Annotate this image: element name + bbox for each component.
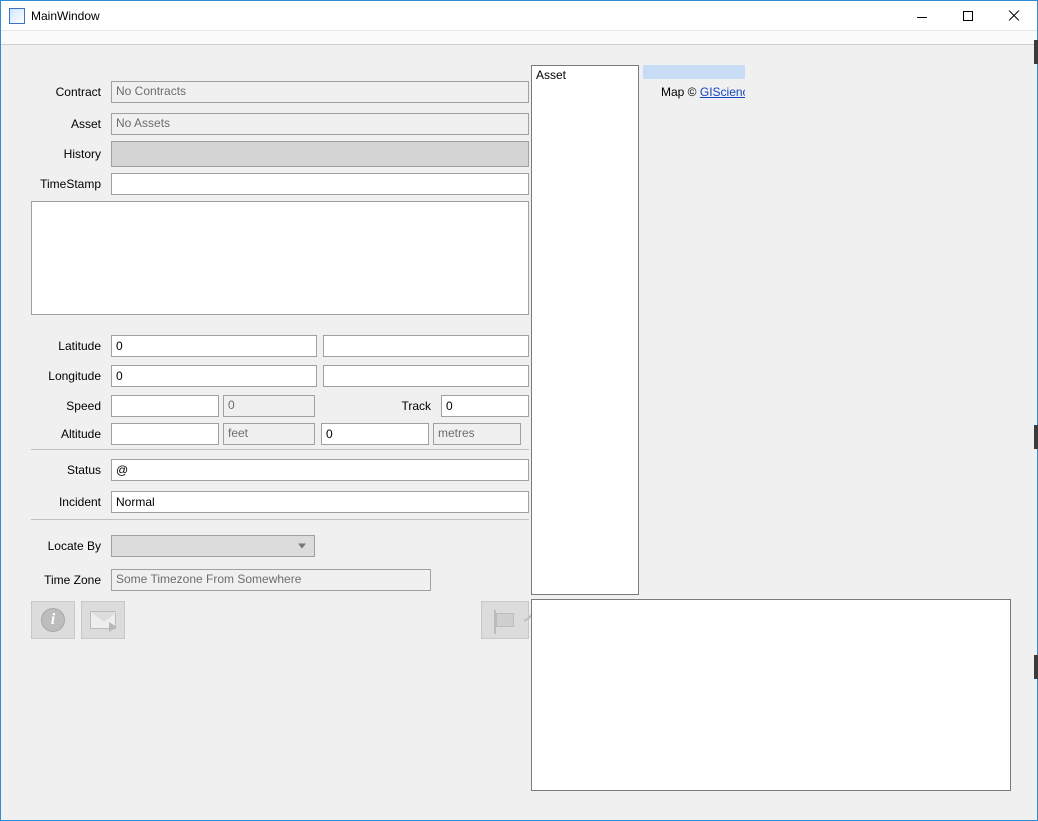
latitude-a-field[interactable] — [111, 335, 317, 357]
close-icon — [1008, 10, 1020, 22]
bottom-panel[interactable] — [531, 599, 1011, 791]
maximize-icon — [963, 11, 973, 21]
arrow-right-icon — [109, 622, 117, 632]
label-altitude: Altitude — [26, 427, 111, 441]
app-icon — [9, 8, 25, 24]
toolbar — [1, 31, 1037, 45]
label-longitude: Longitude — [26, 369, 111, 383]
flag-button[interactable] — [481, 601, 529, 639]
speed-a-field[interactable] — [111, 395, 219, 417]
latitude-b-field[interactable] — [323, 335, 529, 357]
time-zone-field[interactable]: Some Timezone From Somewhere — [111, 569, 431, 591]
label-history: History — [26, 147, 111, 161]
divider-1 — [31, 449, 529, 450]
longitude-a-field[interactable] — [111, 365, 317, 387]
longitude-b-field[interactable] — [323, 365, 529, 387]
map-credit-prefix: Map © — [661, 85, 700, 99]
chevron-down-icon — [298, 544, 306, 549]
divider-2 — [31, 519, 529, 520]
label-speed: Speed — [26, 399, 111, 413]
window-title: MainWindow — [31, 9, 899, 23]
mail-icon — [90, 611, 116, 629]
locate-by-combo[interactable] — [111, 535, 315, 557]
asset-list[interactable]: Asset — [531, 65, 639, 595]
track-field[interactable] — [441, 395, 529, 417]
flag-icon — [496, 613, 514, 627]
minimize-button[interactable] — [899, 1, 945, 30]
label-incident: Incident — [26, 495, 111, 509]
edge-bump — [1034, 425, 1038, 449]
label-status: Status — [26, 463, 111, 477]
timestamp-field[interactable] — [111, 173, 529, 195]
info-icon: i — [41, 608, 65, 632]
asset-field[interactable]: No Assets — [111, 113, 529, 135]
window-frame: MainWindow Contract No Contracts Asset N… — [0, 0, 1038, 821]
label-timestamp: TimeStamp — [26, 177, 111, 191]
titlebar[interactable]: MainWindow — [1, 1, 1037, 31]
incident-field[interactable] — [111, 491, 529, 513]
label-contract: Contract — [26, 85, 111, 99]
altitude-unit2-field[interactable]: metres — [433, 423, 521, 445]
details-textarea[interactable] — [31, 201, 529, 315]
edge-bump — [1034, 40, 1038, 64]
label-time-zone: Time Zone — [26, 573, 111, 587]
label-track: Track — [315, 399, 441, 413]
map-credit-link[interactable]: GIScience Re — [700, 85, 745, 99]
map-credit: Map © GIScience Re — [661, 85, 745, 99]
label-latitude: Latitude — [26, 339, 111, 353]
map-selection-strip — [643, 65, 745, 79]
close-button[interactable] — [991, 1, 1037, 30]
info-button[interactable]: i — [31, 601, 75, 639]
edge-bump — [1034, 655, 1038, 679]
asset-list-header: Asset — [536, 68, 634, 82]
label-locate-by: Locate By — [26, 539, 111, 553]
altitude-unit-field[interactable]: feet — [223, 423, 315, 445]
altitude-a-field[interactable] — [111, 423, 219, 445]
altitude-b-field[interactable] — [321, 423, 429, 445]
status-field[interactable] — [111, 459, 529, 481]
speed-b-field[interactable]: 0 — [223, 395, 315, 417]
send-button[interactable] — [81, 601, 125, 639]
label-asset: Asset — [26, 117, 111, 131]
maximize-button[interactable] — [945, 1, 991, 30]
minimize-icon — [917, 17, 927, 18]
contract-field[interactable]: No Contracts — [111, 81, 529, 103]
history-field[interactable] — [111, 141, 529, 167]
client-area: Contract No Contracts Asset No Assets Hi… — [1, 45, 1037, 820]
window-controls — [899, 1, 1037, 30]
